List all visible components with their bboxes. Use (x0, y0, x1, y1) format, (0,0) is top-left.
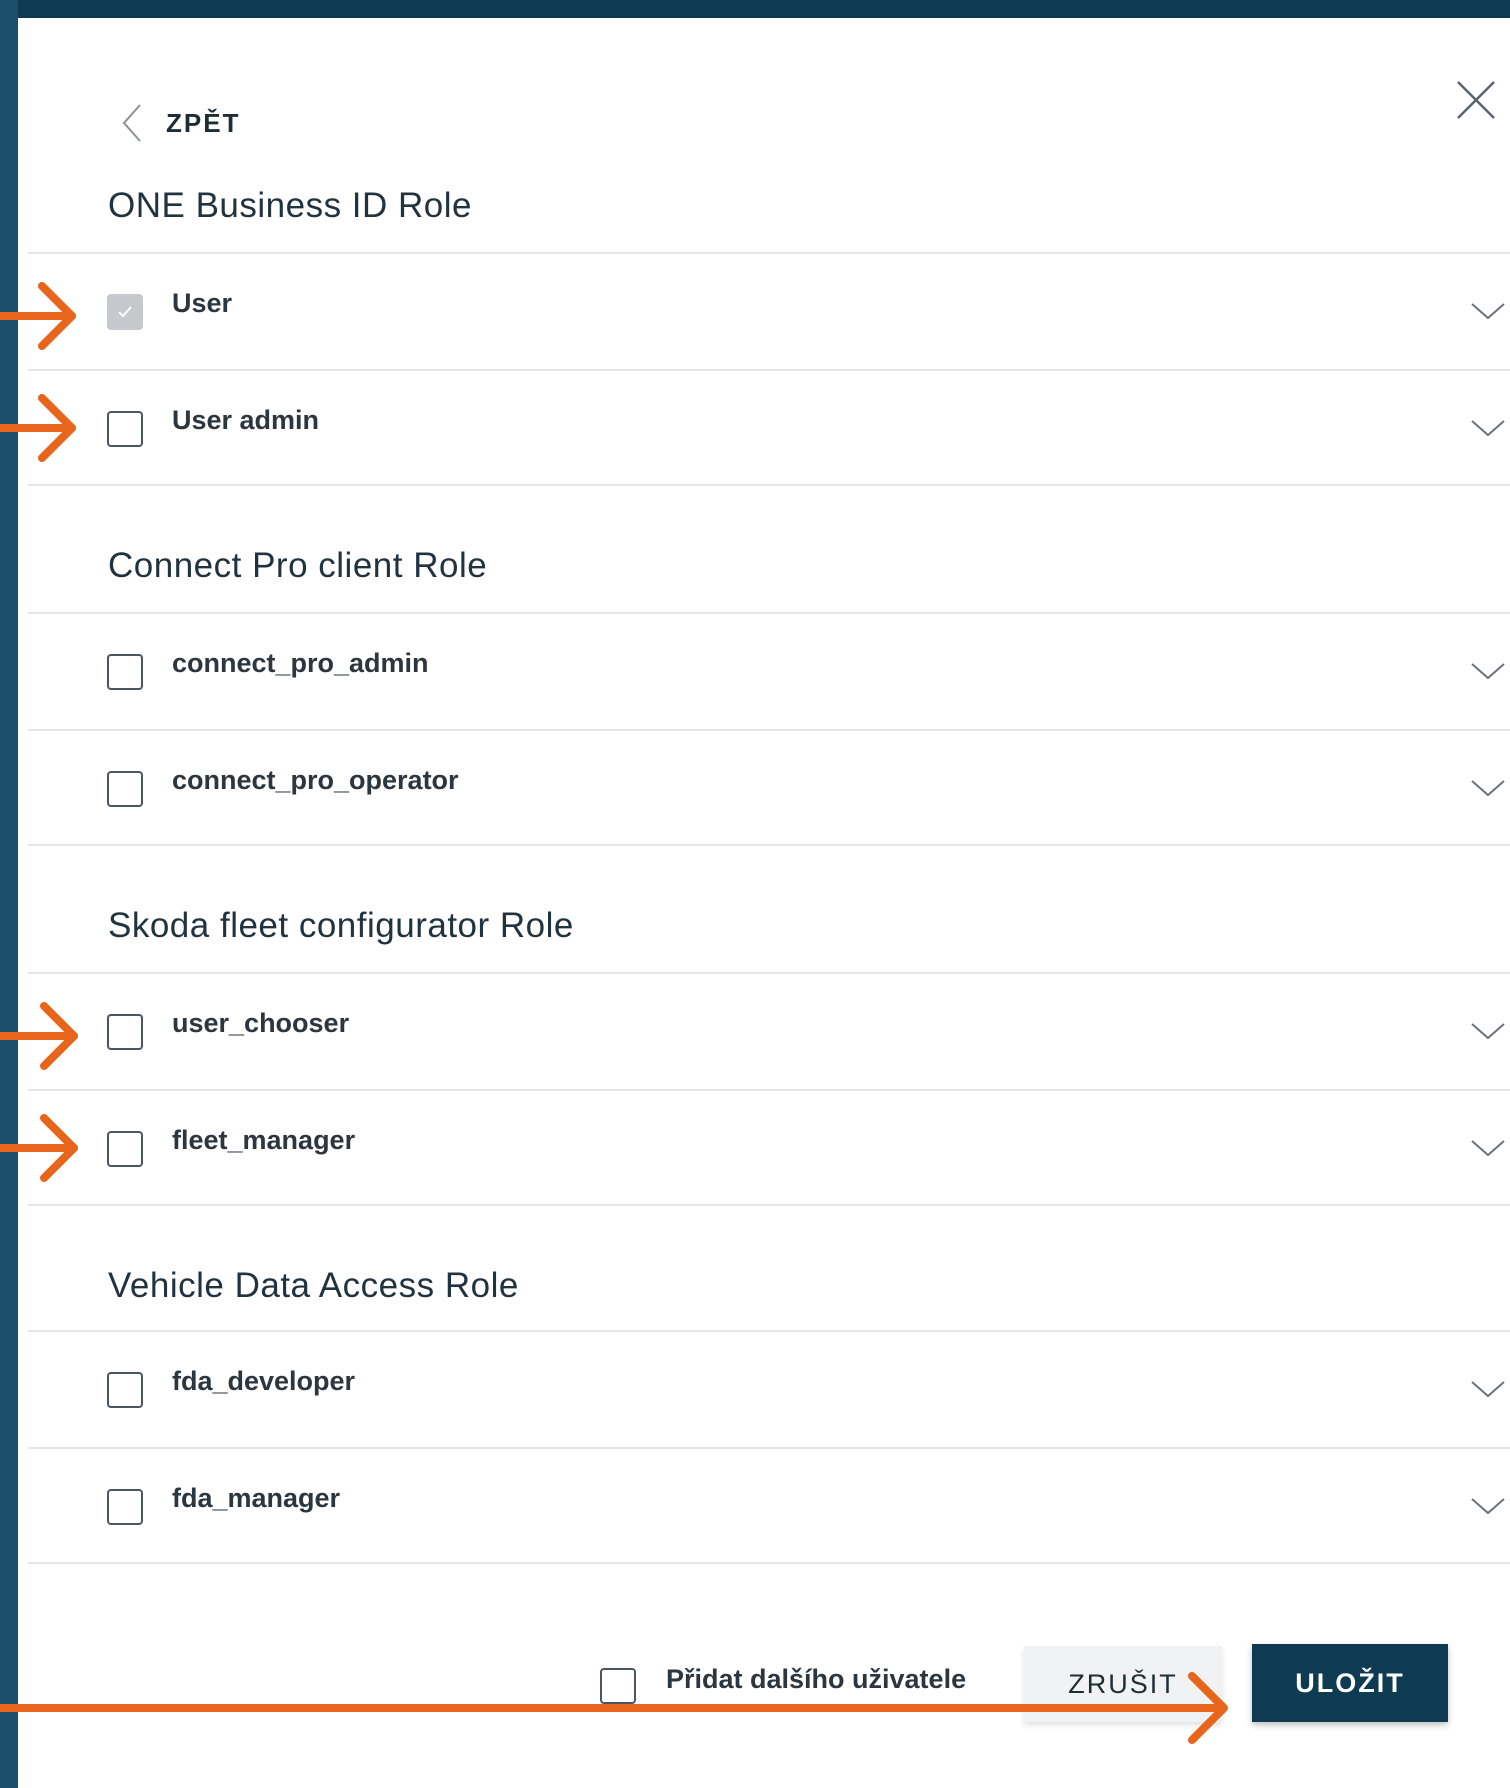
chevron-down-icon[interactable] (1468, 1020, 1508, 1042)
role-row-connect-pro-admin[interactable]: connect_pro_admin (28, 612, 1510, 729)
role-label: fleet_manager (172, 1125, 356, 1155)
save-button[interactable]: ULOŽIT (1252, 1644, 1448, 1722)
chevron-down-icon[interactable] (1468, 1137, 1508, 1159)
role-checkbox-user-chooser[interactable] (107, 1014, 143, 1050)
role-row-user[interactable]: User (28, 252, 1510, 369)
role-checkbox-fda-developer[interactable] (107, 1372, 143, 1408)
close-icon (1457, 81, 1495, 119)
section-title-skoda-fleet: Skoda fleet configurator Role (108, 906, 574, 945)
back-link[interactable]: ZPĚT (120, 100, 240, 146)
role-label: connect_pro_operator (172, 765, 459, 795)
role-label: fda_developer (172, 1366, 356, 1396)
role-row-fleet-manager[interactable]: fleet_manager (28, 1089, 1510, 1206)
role-label: connect_pro_admin (172, 648, 429, 678)
role-row-connect-pro-operator[interactable]: connect_pro_operator (28, 729, 1510, 846)
section-title-one-business-id: ONE Business ID Role (108, 186, 473, 225)
chevron-down-icon[interactable] (1468, 417, 1508, 439)
role-checkbox-user-admin[interactable] (107, 411, 143, 447)
role-row-user-chooser[interactable]: user_chooser (28, 972, 1510, 1089)
background-window-left (0, 0, 18, 1788)
cancel-button[interactable]: ZRUŠIT (1024, 1646, 1222, 1722)
role-label: fda_manager (172, 1483, 341, 1513)
role-checkbox-connect-pro-operator[interactable] (107, 771, 143, 807)
chevron-down-icon[interactable] (1468, 777, 1508, 799)
add-another-user-checkbox[interactable] (600, 1668, 636, 1704)
add-another-user-label: Přidat dalšího uživatele (666, 1664, 967, 1694)
section-title-connect-pro: Connect Pro client Role (108, 546, 488, 585)
chevron-down-icon[interactable] (1468, 1378, 1508, 1400)
check-icon (118, 306, 132, 318)
role-checkbox-fleet-manager[interactable] (107, 1131, 143, 1167)
close-button[interactable] (1452, 76, 1500, 124)
back-label: ZPĚT (166, 107, 241, 138)
role-row-fda-manager[interactable]: fda_manager (28, 1447, 1510, 1564)
role-checkbox-user[interactable] (107, 294, 143, 330)
chevron-left-icon (122, 104, 141, 142)
section-title-vehicle-data-access: Vehicle Data Access Role (108, 1266, 519, 1305)
role-row-user-admin[interactable]: User admin (28, 369, 1510, 486)
chevron-down-icon[interactable] (1468, 1495, 1508, 1517)
role-row-fda-developer[interactable]: fda_developer (28, 1330, 1510, 1447)
role-checkbox-fda-manager[interactable] (107, 1489, 143, 1525)
role-checkbox-connect-pro-admin[interactable] (107, 654, 143, 690)
role-label: User admin (172, 405, 320, 435)
chevron-down-icon[interactable] (1468, 660, 1508, 682)
role-label: User (172, 288, 233, 318)
chevron-down-icon[interactable] (1468, 300, 1508, 322)
role-label: user_chooser (172, 1008, 350, 1038)
background-window-top (0, 0, 1510, 18)
